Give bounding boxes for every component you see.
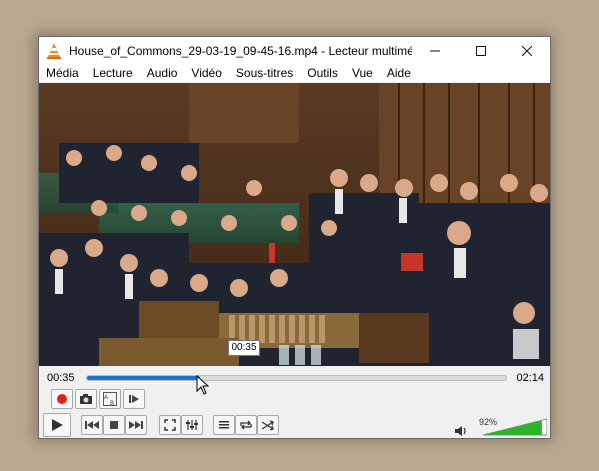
menu-outils[interactable]: Outils: [300, 66, 345, 80]
seek-slider[interactable]: 00:35: [86, 340, 507, 381]
frame-step-icon: [129, 395, 139, 403]
seek-bar-row: 00:35 00:35 02:14: [39, 340, 550, 390]
seek-tooltip: 00:35: [228, 340, 260, 356]
fullscreen-button[interactable]: [159, 415, 181, 435]
speaker-icon[interactable]: [454, 425, 468, 437]
record-icon: [57, 394, 67, 404]
previous-button[interactable]: [81, 415, 103, 435]
snapshot-icon: [80, 394, 92, 404]
menu-sous-titres[interactable]: Sous-titres: [229, 66, 300, 80]
playlist-icon: [219, 421, 229, 429]
play-button[interactable]: [43, 413, 71, 437]
loop-icon: [240, 420, 252, 430]
next-button[interactable]: [125, 415, 147, 435]
main-controls-row: [39, 413, 550, 437]
total-time: 02:14: [516, 372, 544, 384]
menu-lecture[interactable]: Lecture: [86, 66, 140, 80]
window-title: House_of_Commons_29-03-19_09-45-16.mp4 -…: [69, 43, 412, 58]
maximize-button[interactable]: [458, 37, 504, 64]
previous-icon: [85, 421, 99, 429]
snapshot-button[interactable]: [75, 389, 97, 409]
vlc-cone-icon: [47, 42, 61, 59]
playlist-button[interactable]: [213, 415, 235, 435]
extended-settings-button[interactable]: [181, 415, 203, 435]
fullscreen-icon: [164, 419, 176, 431]
shuffle-button[interactable]: [257, 415, 279, 435]
loop-ab-icon: AB: [103, 392, 117, 406]
menu-vue[interactable]: Vue: [345, 66, 380, 80]
menu-audio[interactable]: Audio: [140, 66, 185, 80]
stop-button[interactable]: [103, 415, 125, 435]
record-button[interactable]: [51, 389, 73, 409]
minimize-button[interactable]: [412, 37, 458, 64]
close-button[interactable]: [504, 37, 550, 64]
advanced-controls-row: AB: [39, 389, 550, 413]
vlc-window: House_of_Commons_29-03-19_09-45-16.mp4 -…: [38, 36, 551, 439]
menu-bar: Média Lecture Audio Vidéo Sous-titres Ou…: [39, 64, 550, 82]
title-bar[interactable]: House_of_Commons_29-03-19_09-45-16.mp4 -…: [39, 37, 550, 64]
minimize-icon: [430, 50, 440, 51]
play-icon: [52, 419, 63, 431]
svg-text:A: A: [104, 395, 108, 401]
close-icon: [522, 45, 532, 56]
elapsed-time: 00:35: [47, 372, 75, 384]
video-frame[interactable]: [39, 83, 550, 366]
next-icon: [129, 421, 143, 429]
frame-step-button[interactable]: [123, 389, 145, 409]
loop-ab-button[interactable]: AB: [99, 389, 121, 409]
seek-progress: [87, 376, 201, 380]
menu-aide[interactable]: Aide: [380, 66, 418, 80]
menu-media[interactable]: Média: [39, 66, 86, 80]
menu-video[interactable]: Vidéo: [184, 66, 228, 80]
stop-icon: [110, 421, 118, 429]
loop-button[interactable]: [235, 415, 257, 435]
shuffle-icon: [261, 420, 274, 431]
maximize-icon: [476, 45, 486, 56]
volume-slider[interactable]: [483, 418, 547, 436]
extended-settings-icon: [186, 420, 198, 430]
